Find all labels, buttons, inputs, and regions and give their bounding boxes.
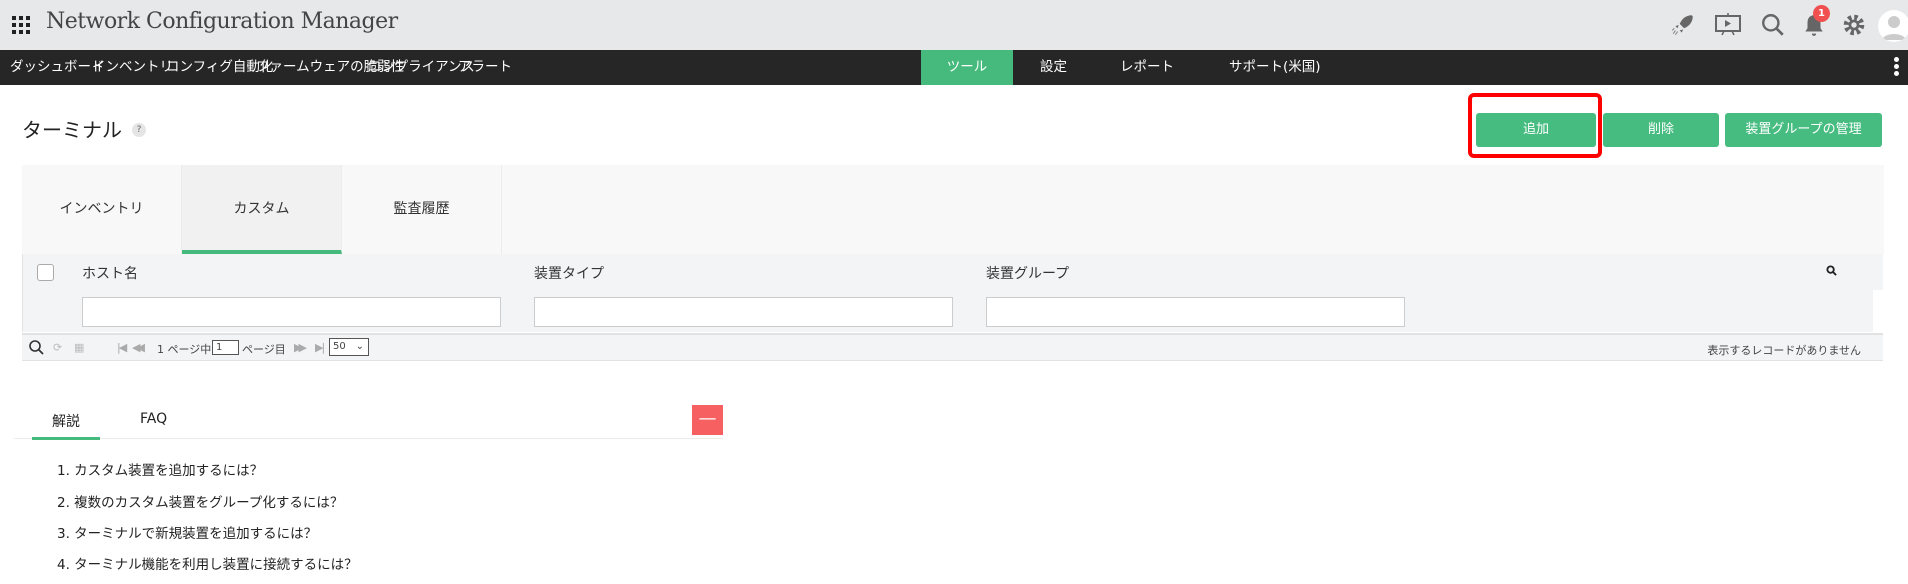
select-all-checkbox[interactable] [37, 264, 54, 281]
app-title: Network Configuration Manager [46, 9, 398, 34]
faq-link[interactable]: 2. 複数のカスタム装置をグループ化するには？ [57, 491, 343, 511]
delete-button[interactable]: 削除 [1603, 113, 1719, 147]
page-label: ページ目 [242, 343, 286, 356]
notification-badge: 1 [1813, 5, 1830, 22]
nav-settings[interactable]: 設定 [1040, 50, 1067, 85]
help-icon[interactable]: ? [132, 123, 146, 137]
apps-grid-icon[interactable] [12, 16, 30, 34]
avatar-icon [1882, 16, 1906, 40]
refresh-icon[interactable]: ⟳ [53, 341, 62, 354]
kebab-menu-icon[interactable] [1894, 57, 1900, 78]
nav-tools[interactable]: ツール [921, 50, 1013, 85]
chevron-down-icon: ⌄ [355, 341, 364, 352]
tab-audit-history[interactable]: 監査履歴 [342, 165, 502, 254]
tab-custom[interactable]: カスタム [182, 165, 342, 254]
last-page-icon[interactable]: ▶| [315, 341, 325, 354]
nav-dashboard[interactable]: ダッシュボード [10, 50, 105, 85]
page-size-value: 50 [333, 341, 346, 352]
device-group-filter-input[interactable] [986, 297, 1405, 327]
presentation-icon[interactable] [1714, 12, 1742, 38]
faq-link[interactable]: 3. ターミナルで新規装置を追加するには？ [57, 522, 317, 542]
page-of-label: 1 ページ中 [157, 343, 212, 356]
nav-inventory[interactable]: インベントリ [92, 50, 173, 85]
tab-inventory[interactable]: インベントリ [22, 165, 182, 254]
tab-faq[interactable]: FAQ [140, 411, 167, 427]
page-size-select[interactable]: 50 ⌄ [329, 338, 369, 356]
column-hostname[interactable]: ホスト名 [82, 263, 138, 283]
nav-support[interactable]: サポート(米国) [1229, 50, 1321, 85]
nav-alerts[interactable]: アラート [458, 50, 512, 85]
empty-message: 表示するレコードがありません [1707, 344, 1861, 357]
pager: ⟳ ▦ |◀ ◀◀ 1 ページ中 1 ページ目 ▶▶ ▶| 50 ⌄ 表示するレコ… [22, 333, 1883, 361]
tab-description[interactable]: 解説 [52, 411, 80, 431]
collapse-button[interactable]: — [692, 405, 723, 435]
prev-page-icon[interactable]: ◀◀ [132, 341, 145, 354]
page-number-input[interactable]: 1 [212, 340, 239, 355]
search-icon[interactable] [28, 339, 44, 355]
device-type-filter-input[interactable] [534, 297, 953, 327]
columns-icon[interactable]: ▦ [74, 341, 84, 354]
column-device-group[interactable]: 装置グループ [986, 263, 1069, 283]
next-page-icon[interactable]: ▶▶ [294, 341, 307, 354]
add-button[interactable]: 追加 [1476, 113, 1596, 147]
avatar[interactable] [1878, 10, 1908, 42]
active-tab-indicator [32, 437, 100, 440]
info-tabs: 解説 FAQ [14, 405, 723, 439]
faq-link[interactable]: 4. ターミナル機能を利用し装置に接続するには？ [57, 553, 358, 573]
rocket-icon[interactable] [1670, 12, 1696, 38]
tab-bar: インベントリ カスタム 監査履歴 [22, 165, 1884, 254]
search-icon[interactable] [1760, 12, 1786, 38]
main-nav: ダッシュボード インベントリ コンフィグ自動化 ファームウェアの脆弱性 コンプラ… [0, 50, 1908, 85]
nav-reports[interactable]: レポート [1120, 50, 1174, 85]
first-page-icon[interactable]: |◀ [117, 341, 127, 354]
faq-link[interactable]: 1. カスタム装置を追加するには？ [57, 459, 263, 479]
scroll-gutter [1873, 290, 1883, 332]
hostname-filter-input[interactable] [82, 297, 501, 327]
table-search-icon[interactable] [1826, 265, 1837, 276]
column-device-type[interactable]: 装置タイプ [534, 263, 604, 283]
gear-icon[interactable] [1841, 12, 1867, 38]
manage-device-groups-button[interactable]: 装置グループの管理 [1725, 113, 1882, 147]
page-title: ターミナル [22, 118, 122, 142]
